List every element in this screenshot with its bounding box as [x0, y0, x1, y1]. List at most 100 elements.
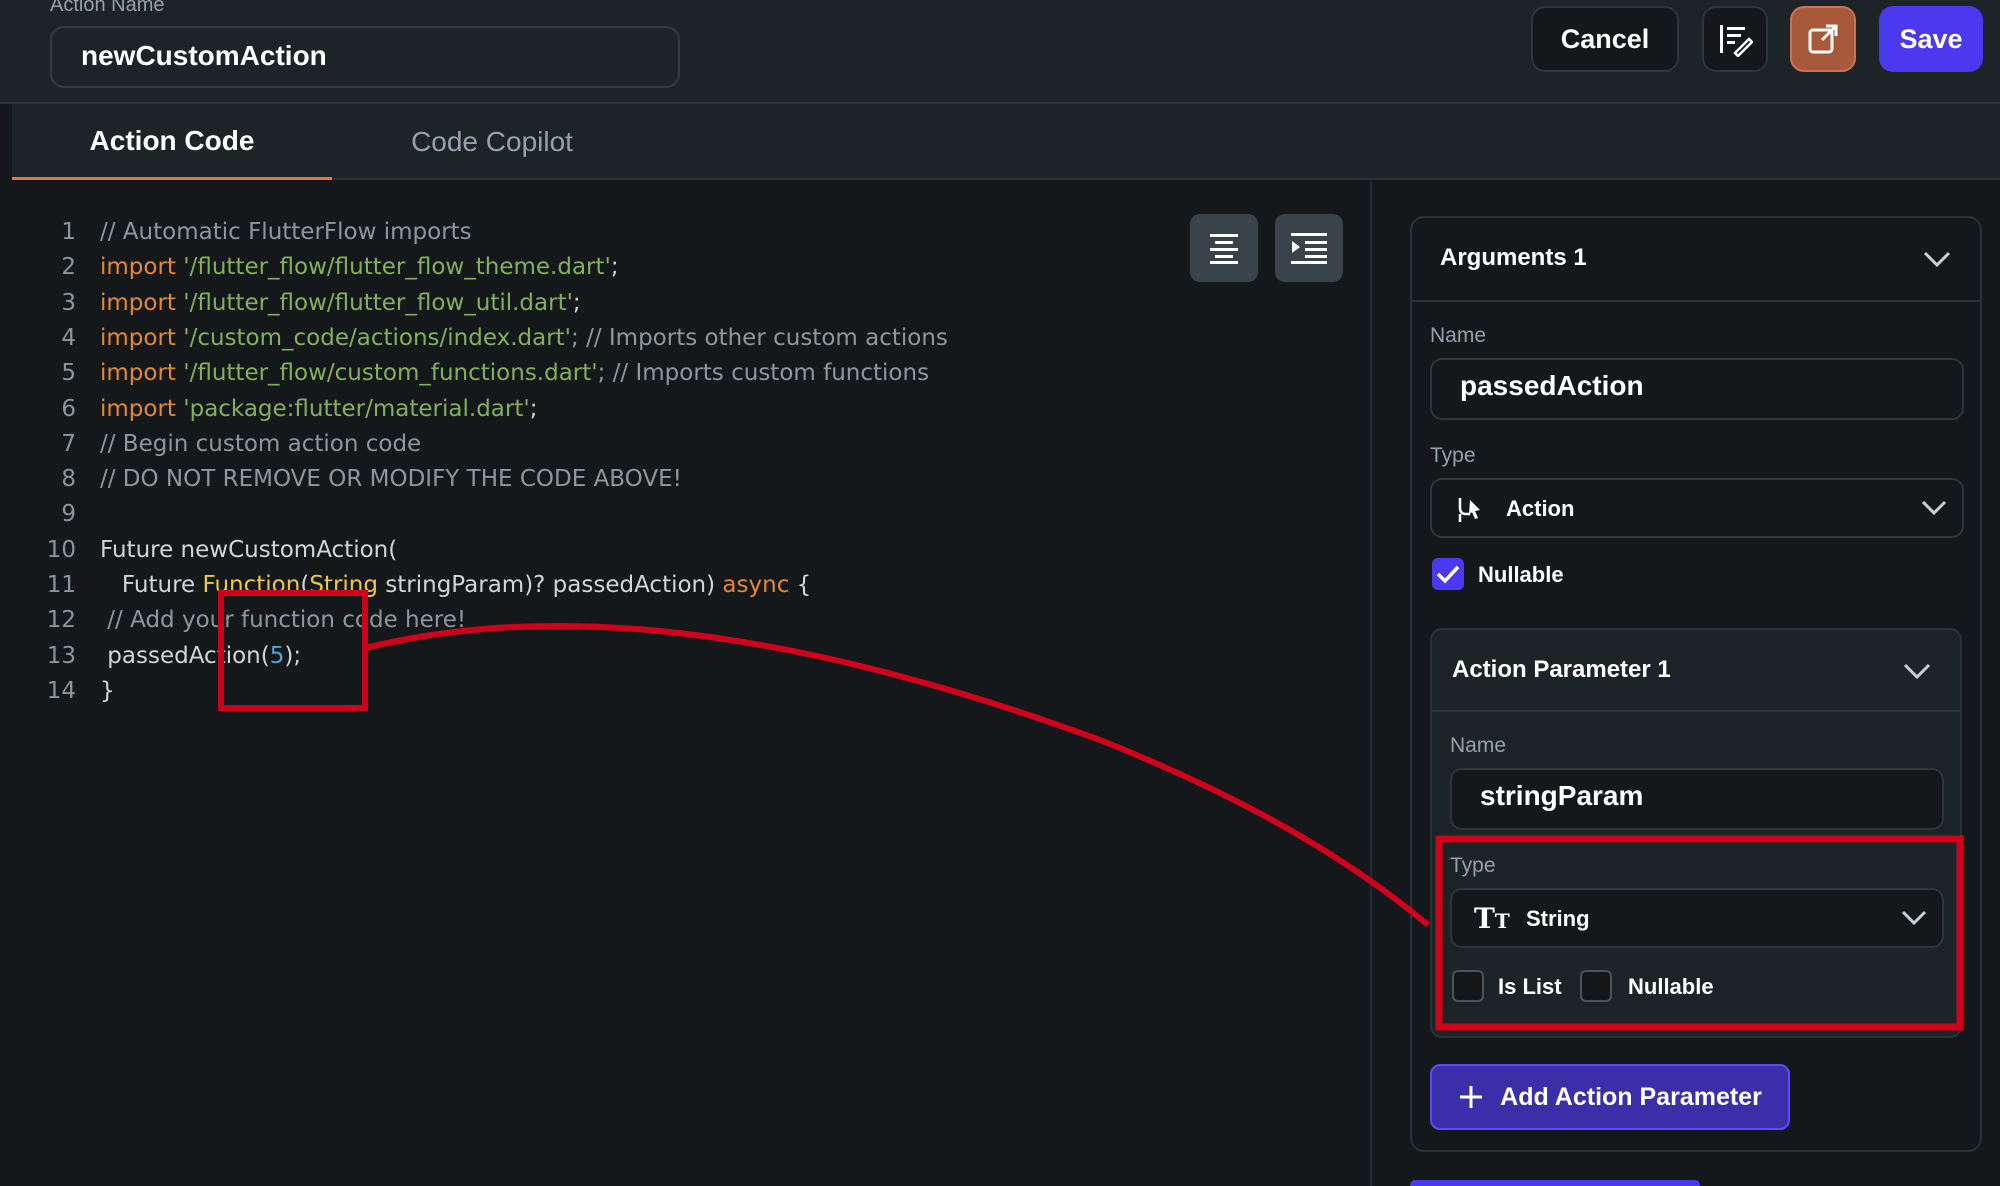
code-token: import [100, 254, 184, 281]
code-text: import '/flutter_flow/custom_functions.d… [100, 355, 929, 391]
code-token: 'package:flutter/material.dart' [183, 395, 530, 422]
name-label: Name [1430, 324, 1487, 347]
tab-action-code[interactable]: Action Code [12, 104, 332, 180]
param-type-value: String [1526, 906, 1590, 931]
code-token: // DO NOT REMOVE OR MODIFY THE CODE ABOV… [100, 466, 682, 493]
code-text: import '/flutter_flow/flutter_flow_theme… [100, 249, 619, 285]
param-nullable-label: Nullable [1628, 974, 1714, 999]
code-token: Future [100, 572, 203, 598]
action-parameter-title: Action Parameter 1 [1452, 656, 1671, 683]
code-text: Future Function(String stringParam)? pas… [100, 567, 811, 603]
code-token: Function [202, 572, 301, 598]
code-token: async [722, 572, 790, 598]
code-token: import [100, 289, 184, 316]
code-text: // Add your function code here! [100, 602, 466, 638]
param-type-select[interactable]: TT String [1450, 888, 1944, 948]
line-number: 12 [46, 607, 76, 634]
code-token: ( [300, 572, 310, 598]
format-code-button[interactable] [1702, 6, 1768, 72]
line-number: 14 [46, 677, 76, 704]
line-number: 4 [61, 324, 76, 351]
chevron-down-icon[interactable] [1922, 248, 1952, 270]
code-token: import [100, 360, 184, 387]
tab-code-copilot[interactable]: Code Copilot [332, 104, 652, 180]
code-text: import '/flutter_flow/flutter_flow_util.… [100, 285, 581, 321]
action-name-input[interactable]: newCustomAction [50, 26, 680, 88]
code-token: Future newCustomAction( [100, 536, 398, 563]
code-token: stringParam)? passedAction) [377, 572, 723, 598]
line-number: 11 [46, 572, 76, 598]
code-token: // Begin custom action code [100, 430, 422, 457]
line-number: 9 [61, 501, 76, 528]
param-name-input[interactable]: stringParam [1450, 768, 1944, 830]
chevron-down-icon [1901, 910, 1927, 926]
chevron-down-icon [1921, 500, 1947, 516]
add-action-parameter-button[interactable]: Add Action Parameter [1430, 1064, 1790, 1130]
save-button[interactable]: Save [1879, 6, 1983, 72]
code-token: // Add your function code here! [100, 607, 467, 634]
code-token: import [100, 395, 184, 422]
param-nullable-checkbox[interactable] [1580, 970, 1612, 1002]
argument-type-select[interactable]: Action [1430, 478, 1964, 538]
code-token: ); [284, 642, 302, 669]
next-button-peek [1410, 1180, 1700, 1186]
line-number: 8 [61, 466, 76, 493]
code-token: ; // Imports custom functions [597, 360, 930, 387]
code-token: ; [529, 395, 538, 422]
action-parameter-header[interactable]: Action Parameter 1 [1432, 630, 1960, 712]
line-number: 2 [61, 254, 76, 281]
text-type-icon: TT [1474, 902, 1510, 935]
check-icon [1436, 565, 1460, 584]
argument-name-input[interactable]: passedAction [1430, 358, 1964, 420]
indent-button[interactable] [1275, 214, 1343, 282]
chevron-down-icon[interactable] [1902, 660, 1932, 682]
nullable-checkbox[interactable] [1432, 558, 1464, 590]
code-token: ; [610, 254, 619, 281]
code-editor[interactable]: 1 // Automatic FlutterFlow imports 2 import… [12, 182, 1370, 1186]
action-parameter-card: Action Parameter 1 Name stringParam Type… [1430, 628, 1962, 1038]
code-token: } [100, 677, 115, 704]
line-number: 6 [61, 395, 76, 422]
format-code-icon [1720, 25, 1753, 57]
code-token: '/flutter_flow/flutter_flow_theme.dart' [183, 254, 611, 281]
add-action-parameter-label: Add Action Parameter [1500, 1082, 1762, 1111]
arguments-header[interactable]: Arguments 1 [1412, 218, 1980, 302]
code-token: import [100, 324, 184, 351]
open-external-icon [1808, 24, 1838, 54]
align-center-icon [1210, 234, 1238, 264]
indent-icon [1291, 233, 1327, 264]
action-name-label: Action Name [50, 0, 165, 16]
arguments-panel: Arguments 1 Name passedAction Type Actio… [1410, 216, 1982, 1152]
code-text: // Automatic FlutterFlow imports [100, 214, 472, 250]
line-number: 5 [61, 360, 76, 387]
code-text: } [100, 673, 115, 709]
code-token: ; [572, 289, 581, 316]
line-number: 10 [46, 536, 76, 563]
code-token: 5 [269, 642, 285, 669]
argument-type-value: Action [1506, 496, 1575, 521]
line-number: 1 [61, 219, 76, 245]
tab-bar: Action Code Code Copilot [12, 104, 2000, 180]
open-external-button[interactable] [1790, 6, 1856, 72]
param-type-label: Type [1450, 854, 1496, 877]
code-token: '/flutter_flow/custom_functions.dart' [183, 360, 598, 387]
code-token: // Automatic FlutterFlow imports [100, 219, 472, 245]
cancel-button[interactable]: Cancel [1531, 6, 1679, 72]
is-list-checkbox[interactable] [1452, 970, 1484, 1002]
code-text: import 'package:flutter/material.dart'; [100, 391, 537, 427]
editor-divider [1370, 182, 1372, 1186]
code-token: ; // Imports other custom actions [571, 324, 948, 351]
line-number: 13 [46, 642, 76, 669]
param-name-label: Name [1450, 734, 1507, 757]
type-label: Type [1430, 444, 1476, 467]
align-center-button[interactable] [1190, 214, 1258, 282]
code-token: '/custom_code/actions/index.dart' [183, 324, 572, 351]
line-number: 7 [61, 430, 76, 457]
plus-icon [1460, 1086, 1483, 1108]
code-text: Future newCustomAction( [100, 532, 397, 568]
header-bar: Action Name newCustomAction Cancel Save [0, 0, 2000, 104]
line-number: 3 [61, 289, 76, 316]
code-text: // DO NOT REMOVE OR MODIFY THE CODE ABOV… [100, 461, 682, 497]
code-token: String [309, 572, 378, 598]
code-text: // Begin custom action code [100, 426, 421, 462]
